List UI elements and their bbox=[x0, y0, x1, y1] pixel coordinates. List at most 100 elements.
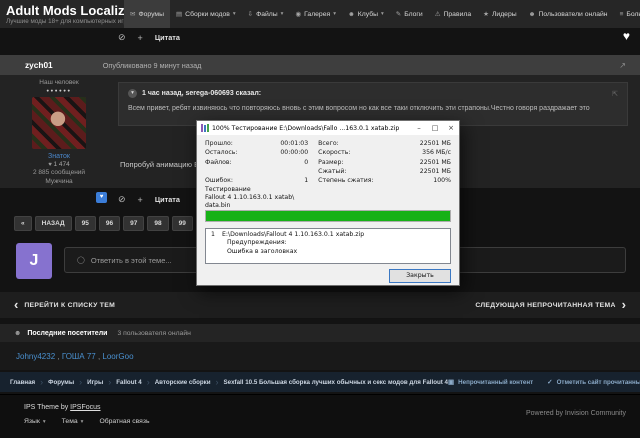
current-file-line2: data.bin bbox=[205, 202, 294, 210]
block-icon[interactable]: ⊘ bbox=[118, 32, 126, 43]
unread-content-label: Непрочитанный контент bbox=[458, 379, 533, 386]
language-selector[interactable]: Язык▾ bbox=[24, 418, 46, 425]
nav-label: Блоги bbox=[404, 11, 422, 18]
quote-button[interactable]: Цитата bbox=[155, 33, 180, 42]
results-listbox[interactable]: 1 E:\Downloads\Fallout 4 1.10.163.0.1 xa… bbox=[205, 228, 451, 264]
breadcrumb-item-games[interactable]: Игры bbox=[87, 379, 103, 386]
result-index: 1 bbox=[206, 231, 222, 239]
unread-content-link[interactable]: ▣ Непрочитанный контент bbox=[448, 378, 533, 386]
breadcrumb-item-home[interactable]: Главная bbox=[10, 379, 35, 386]
folder-icon: ▣ bbox=[448, 378, 454, 386]
stats-right-column: Всего:22501 МБ Скорость:356 МБ/с Размер:… bbox=[318, 140, 451, 186]
maximize-button[interactable]: □ bbox=[427, 121, 443, 135]
contact-link[interactable]: Обратная связь bbox=[99, 418, 149, 425]
visitor-link[interactable]: Johny4232 bbox=[16, 352, 55, 361]
page-first-button[interactable]: « bbox=[14, 216, 32, 231]
chevron-right-icon: › bbox=[622, 300, 626, 310]
archive-stats: Прошло:00:01:03 Осталось:00:00:00 Файлов… bbox=[205, 140, 451, 186]
author-avatar[interactable] bbox=[32, 97, 86, 149]
theme-selector[interactable]: Тема▾ bbox=[62, 418, 84, 425]
quote-text: Всем привет, ребят извиняюсь что повторя… bbox=[128, 105, 618, 112]
nav-label: Больше bbox=[626, 11, 640, 18]
menu-icon: ≡ bbox=[620, 11, 624, 18]
contact-label: Обратная связь bbox=[99, 418, 149, 425]
chevron-separator-icon: › bbox=[108, 378, 111, 387]
breadcrumb-item-forums[interactable]: Форумы bbox=[48, 379, 74, 386]
block-icon[interactable]: ⊘ bbox=[118, 194, 126, 205]
visitor-link[interactable]: ГОША 77 bbox=[62, 352, 96, 361]
heart-reaction-icon[interactable]: ♥ bbox=[623, 29, 630, 43]
breadcrumb-item-author-packs[interactable]: Авторские сборки bbox=[155, 379, 211, 386]
users-online-icon: ☻ bbox=[529, 11, 536, 18]
mark-site-read-label: Отметить сайт прочитанным bbox=[557, 379, 640, 386]
chevron-separator-icon: › bbox=[147, 378, 150, 387]
dialog-title-bar[interactable]: 100% Тестирование E:\Downloads\Fallo ...… bbox=[197, 121, 459, 135]
stat-label: Прошло: bbox=[205, 140, 233, 149]
share-icon[interactable]: ↗ bbox=[619, 61, 626, 70]
plus-icon[interactable]: + bbox=[138, 195, 143, 205]
nav-item-gallery[interactable]: ◉ Галерея ▾ bbox=[289, 0, 342, 28]
nav-item-clubs[interactable]: ☻ Клубы ▾ bbox=[342, 0, 390, 28]
close-button[interactable]: Закрыть bbox=[389, 269, 451, 283]
visitor-link[interactable]: LoorGoo bbox=[102, 352, 133, 361]
quote-attribution[interactable]: 1 час назад, serega-060693 сказал: bbox=[142, 90, 261, 97]
next-unread-topic-link[interactable]: СЛЕДУЮЩАЯ НЕПРОЧИТАННАЯ ТЕМА › bbox=[475, 300, 626, 310]
speech-bubble-icon: ◯ bbox=[77, 256, 85, 264]
stat-value: 22501 МБ bbox=[420, 140, 451, 149]
gallery-icon: ◉ bbox=[295, 10, 301, 18]
current-user-avatar[interactable]: J bbox=[16, 243, 52, 279]
reaction-badge[interactable]: ♥ bbox=[96, 192, 107, 203]
rules-icon: ⚠ bbox=[435, 10, 441, 18]
close-x-button[interactable]: × bbox=[443, 121, 459, 135]
ipsfocus-link[interactable]: IPSFocus bbox=[70, 404, 100, 411]
site-title: Adult Mods Localized bbox=[6, 4, 124, 18]
nav-item-rules[interactable]: ⚠ Правила bbox=[429, 0, 477, 28]
theme-credit-prefix: IPS Theme by bbox=[24, 404, 70, 411]
stat-value: 00:01:03 bbox=[280, 140, 308, 149]
quote-button[interactable]: Цитата bbox=[155, 195, 180, 204]
nav-item-forums[interactable]: ✉ Форумы bbox=[124, 0, 170, 28]
nav-item-blogs[interactable]: ✎ Блоги bbox=[390, 0, 429, 28]
window-buttons: – □ × bbox=[411, 121, 459, 135]
recent-visitors-header: ☻ Последние посетители 3 пользователя он… bbox=[0, 324, 640, 342]
chevron-down-icon: ▾ bbox=[281, 11, 284, 17]
breadcrumb-item-fallout4[interactable]: Fallout 4 bbox=[116, 379, 141, 386]
chevron-down-icon: ▾ bbox=[233, 11, 236, 17]
result-row: 1 E:\Downloads\Fallout 4 1.10.163.0.1 xa… bbox=[206, 231, 450, 239]
result-file-path: E:\Downloads\Fallout 4 1.10.163.0.1 xata… bbox=[222, 231, 364, 239]
stat-label: Всего: bbox=[318, 140, 339, 149]
page-button[interactable]: 97 bbox=[123, 216, 144, 231]
plus-icon[interactable]: + bbox=[138, 33, 143, 43]
winrar-test-dialog: 100% Тестирование E:\Downloads\Fallo ...… bbox=[196, 120, 460, 286]
nav-item-files[interactable]: ⇩ Файлы ▾ bbox=[242, 0, 290, 28]
page-button[interactable]: 95 bbox=[75, 216, 96, 231]
post-author-link[interactable]: zych01 bbox=[25, 60, 53, 70]
stat-label: Сжатый: bbox=[318, 168, 346, 177]
collapse-circle-icon[interactable]: ▾ bbox=[128, 89, 137, 98]
author-badge[interactable]: Знаток bbox=[0, 153, 118, 160]
site-logo[interactable]: Adult Mods Localized Лучшие моды 18+ для… bbox=[6, 4, 124, 25]
progress-bar bbox=[205, 210, 451, 222]
page-back-button[interactable]: НАЗАД bbox=[35, 216, 72, 231]
breadcrumb-item-topic[interactable]: Sexfall 10.5 Большая сборка лучших обычн… bbox=[224, 379, 448, 386]
nav-item-users-online[interactable]: ☻ Пользователи онлайн bbox=[523, 0, 614, 28]
nav-label: Галерея bbox=[304, 11, 330, 18]
nav-item-mod-packs[interactable]: ▤ Сборки модов ▾ bbox=[170, 0, 242, 28]
quote-header: ▾ 1 час назад, serega-060693 сказал: ⇱ bbox=[128, 89, 618, 98]
nav-item-more[interactable]: ≡ Больше ▾ bbox=[614, 0, 640, 28]
blogs-icon: ✎ bbox=[396, 10, 401, 18]
back-to-topic-list-link[interactable]: ‹ ПЕРЕЙТИ К СПИСКУ ТЕМ bbox=[14, 300, 115, 310]
minimize-button[interactable]: – bbox=[411, 121, 427, 135]
expand-icon[interactable]: ⇱ bbox=[612, 90, 618, 98]
leaders-icon: ★ bbox=[483, 10, 489, 18]
nav-label: Форумы bbox=[138, 11, 164, 18]
stat-value: 22501 МБ bbox=[420, 168, 451, 177]
page-button[interactable]: 98 bbox=[147, 216, 168, 231]
nav-label: Файлы bbox=[256, 11, 278, 18]
page-button[interactable]: 96 bbox=[99, 216, 120, 231]
page-button[interactable]: 99 bbox=[172, 216, 193, 231]
winrar-icon bbox=[201, 124, 209, 132]
nav-item-leaders[interactable]: ★ Лидеры bbox=[477, 0, 523, 28]
theme-credit: IPS Theme by IPSFocus bbox=[24, 404, 101, 411]
mark-site-read-link[interactable]: ✓ Отметить сайт прочитанным bbox=[547, 378, 640, 386]
